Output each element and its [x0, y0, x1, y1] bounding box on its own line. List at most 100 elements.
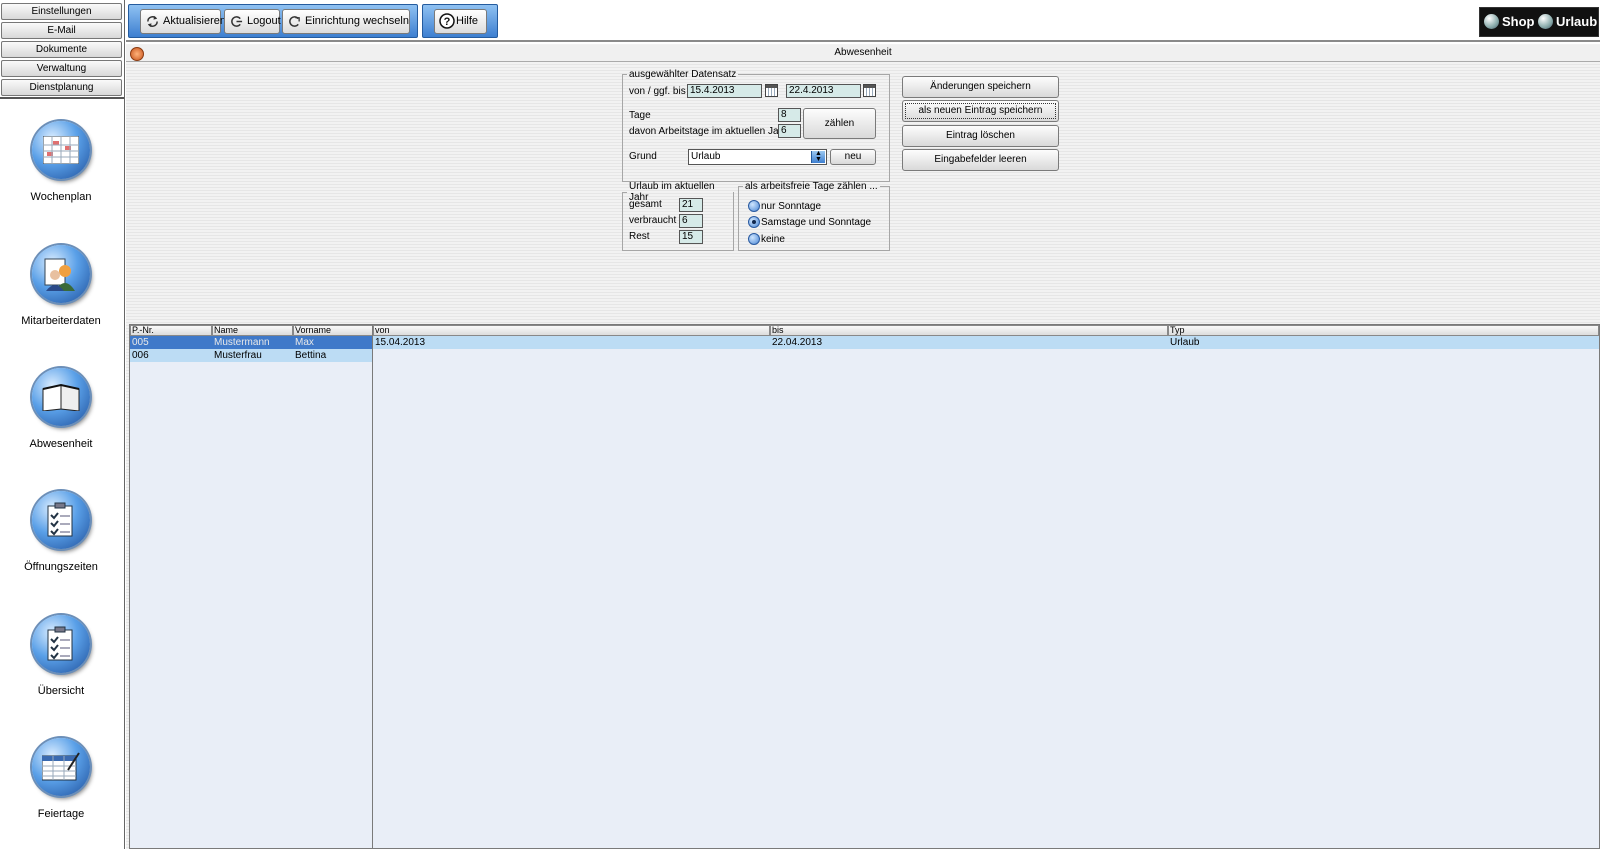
column-header-von[interactable]: von — [373, 325, 770, 336]
column-header-name[interactable]: Name — [212, 325, 293, 336]
checklist-clipboard-icon — [32, 615, 90, 673]
module-label: Mitarbeiterdaten — [21, 315, 101, 327]
checklist-clipboard-icon — [32, 491, 90, 549]
nav-administration-button[interactable]: Verwaltung — [1, 60, 122, 77]
help-button[interactable]: ? Hilfe — [434, 9, 487, 34]
column-header-typ[interactable]: Typ — [1168, 325, 1599, 336]
open-book-icon — [32, 368, 90, 426]
total-field[interactable]: 21 — [679, 198, 703, 212]
to-calendar-icon[interactable] — [863, 84, 876, 97]
radio-sat-and-sun[interactable] — [748, 216, 760, 228]
from-calendar-icon[interactable] — [765, 84, 778, 97]
module-mitarbeiterdaten[interactable]: Mitarbeiterdaten — [0, 245, 122, 327]
days-field[interactable]: 8 — [778, 108, 801, 122]
to-date-field[interactable]: 22.4.2013 — [786, 84, 861, 98]
shop-label: Shop — [1502, 14, 1535, 29]
shop-link[interactable]: Shop — [1484, 8, 1535, 36]
module-oeffnungszeiten[interactable]: Öffnungszeiten — [0, 491, 122, 573]
shop-vacation-bar: Shop Urlaub — [1479, 7, 1599, 37]
radio-sat-and-sun-label: Samstage und Sonntage — [761, 217, 872, 228]
switch-icon — [289, 16, 300, 27]
range-label: von / ggf. bis — [629, 86, 686, 97]
module-label: Abwesenheit — [29, 438, 93, 450]
table-row[interactable]: 15.04.2013 22.04.2013 Urlaub — [373, 336, 1599, 349]
reason-value: Urlaub — [691, 151, 721, 162]
column-header-vorname[interactable]: Vorname — [293, 325, 372, 336]
globe-icon — [1484, 14, 1499, 29]
cell-pnr: 005 — [132, 337, 149, 348]
module-label: Wochenplan — [30, 191, 92, 203]
cell-pnr: 006 — [132, 350, 149, 361]
page-title: Abwesenheit — [834, 47, 892, 58]
column-header-bis[interactable]: bis — [770, 325, 1168, 336]
svg-text:?: ? — [444, 16, 451, 28]
top-toolbar: Aktualisieren Logout Einrichtung wechsel… — [126, 0, 1600, 42]
globe-icon — [1538, 14, 1553, 29]
cell-von: 15.04.2013 — [375, 337, 426, 348]
page-title-bar: Abwesenheit — [126, 45, 1600, 62]
employee-table: P.-Nr. Name Vorname 005 Mustermann Max 0… — [129, 324, 373, 849]
sidebar: Einstellungen E-Mail Dokumente Verwaltun… — [0, 0, 125, 851]
logout-label: Logout — [247, 15, 281, 27]
logout-button[interactable]: Logout — [224, 9, 281, 34]
module-label: Feiertage — [37, 808, 85, 820]
refresh-icon — [147, 15, 158, 28]
from-date-field[interactable]: 15.4.2013 — [687, 84, 762, 98]
free-days-legend: als arbeitsfreie Tage zählen ... — [745, 181, 878, 192]
nav-shift-planning-button[interactable]: Dienstplanung — [1, 79, 122, 96]
delete-entry-button[interactable]: Eintrag löschen — [902, 125, 1059, 147]
logout-icon — [231, 16, 243, 27]
module-wochenplan[interactable]: Wochenplan — [0, 121, 122, 203]
calendar-grid-icon — [32, 121, 90, 179]
cell-vorname: Bettina — [295, 350, 327, 361]
new-reason-button[interactable]: neu — [830, 149, 876, 165]
reason-select[interactable]: Urlaub ▲ ▼ — [688, 149, 827, 165]
table-row[interactable]: 005 Mustermann Max — [130, 336, 372, 349]
employees-icon — [32, 245, 90, 303]
count-button[interactable]: zählen — [803, 108, 876, 139]
nav-settings-button[interactable]: Einstellungen — [1, 3, 122, 20]
module-feiertage[interactable]: Feiertage — [0, 738, 122, 820]
workdays-label: davon Arbeitstage im aktuellen Jahr — [629, 126, 788, 137]
reason-label: Grund — [629, 151, 657, 162]
table-pen-icon — [32, 738, 90, 796]
cell-typ: Urlaub — [1170, 337, 1200, 348]
toolbar-main-group: Aktualisieren Logout Einrichtung wechsel… — [128, 4, 418, 38]
radio-sundays-only-label: nur Sonntage — [761, 201, 822, 212]
help-label: Hilfe — [456, 15, 479, 27]
clear-fields-button[interactable]: Eingabefelder leeren — [902, 149, 1059, 171]
cell-name: Mustermann — [214, 337, 270, 348]
rest-label: Rest — [629, 231, 650, 242]
used-field[interactable]: 6 — [679, 214, 703, 228]
rest-field[interactable]: 15 — [679, 230, 703, 244]
days-label: Tage — [629, 110, 651, 121]
nav-documents-button[interactable]: Dokumente — [1, 41, 122, 58]
module-uebersicht[interactable]: Übersicht — [0, 615, 122, 697]
module-abwesenheit[interactable]: Abwesenheit — [0, 368, 122, 450]
dropdown-arrow-icon[interactable]: ▲ ▼ — [811, 150, 825, 163]
radio-none[interactable] — [748, 233, 760, 245]
workdays-field[interactable]: 6 — [778, 124, 801, 138]
record-legend: ausgewählter Datensatz — [629, 69, 737, 80]
module-label: Übersicht — [37, 685, 85, 697]
radio-sundays-only[interactable] — [748, 200, 760, 212]
switch-facility-button[interactable]: Einrichtung wechseln — [282, 9, 410, 34]
cell-bis: 22.04.2013 — [772, 337, 823, 348]
used-label: verbraucht — [629, 215, 677, 226]
nav-email-button[interactable]: E-Mail — [1, 22, 122, 39]
cell-name: Musterfrau — [214, 350, 262, 361]
refresh-label: Aktualisieren — [163, 15, 226, 27]
column-header-pnr[interactable]: P.-Nr. — [130, 325, 212, 336]
table-row[interactable]: 006 Musterfrau Bettina — [130, 349, 372, 362]
main-panel: Abwesenheit ausgewählter Datensatz von /… — [126, 44, 1600, 849]
save-changes-button[interactable]: Änderungen speichern — [902, 76, 1059, 98]
radio-none-label: keine — [761, 234, 785, 245]
absence-table: von bis Typ 15.04.2013 22.04.2013 Urlaub — [372, 324, 1600, 849]
refresh-button[interactable]: Aktualisieren — [140, 9, 226, 34]
cell-vorname: Max — [295, 337, 314, 348]
module-panel: Wochenplan Mitarbeiterdaten Abwesenheit … — [0, 97, 124, 851]
vacation-link[interactable]: Urlaub — [1538, 8, 1597, 36]
help-icon: ? — [439, 13, 455, 29]
toolbar-help-group: ? Hilfe — [422, 4, 498, 38]
save-new-button[interactable]: als neuen Eintrag speichern — [902, 100, 1059, 122]
